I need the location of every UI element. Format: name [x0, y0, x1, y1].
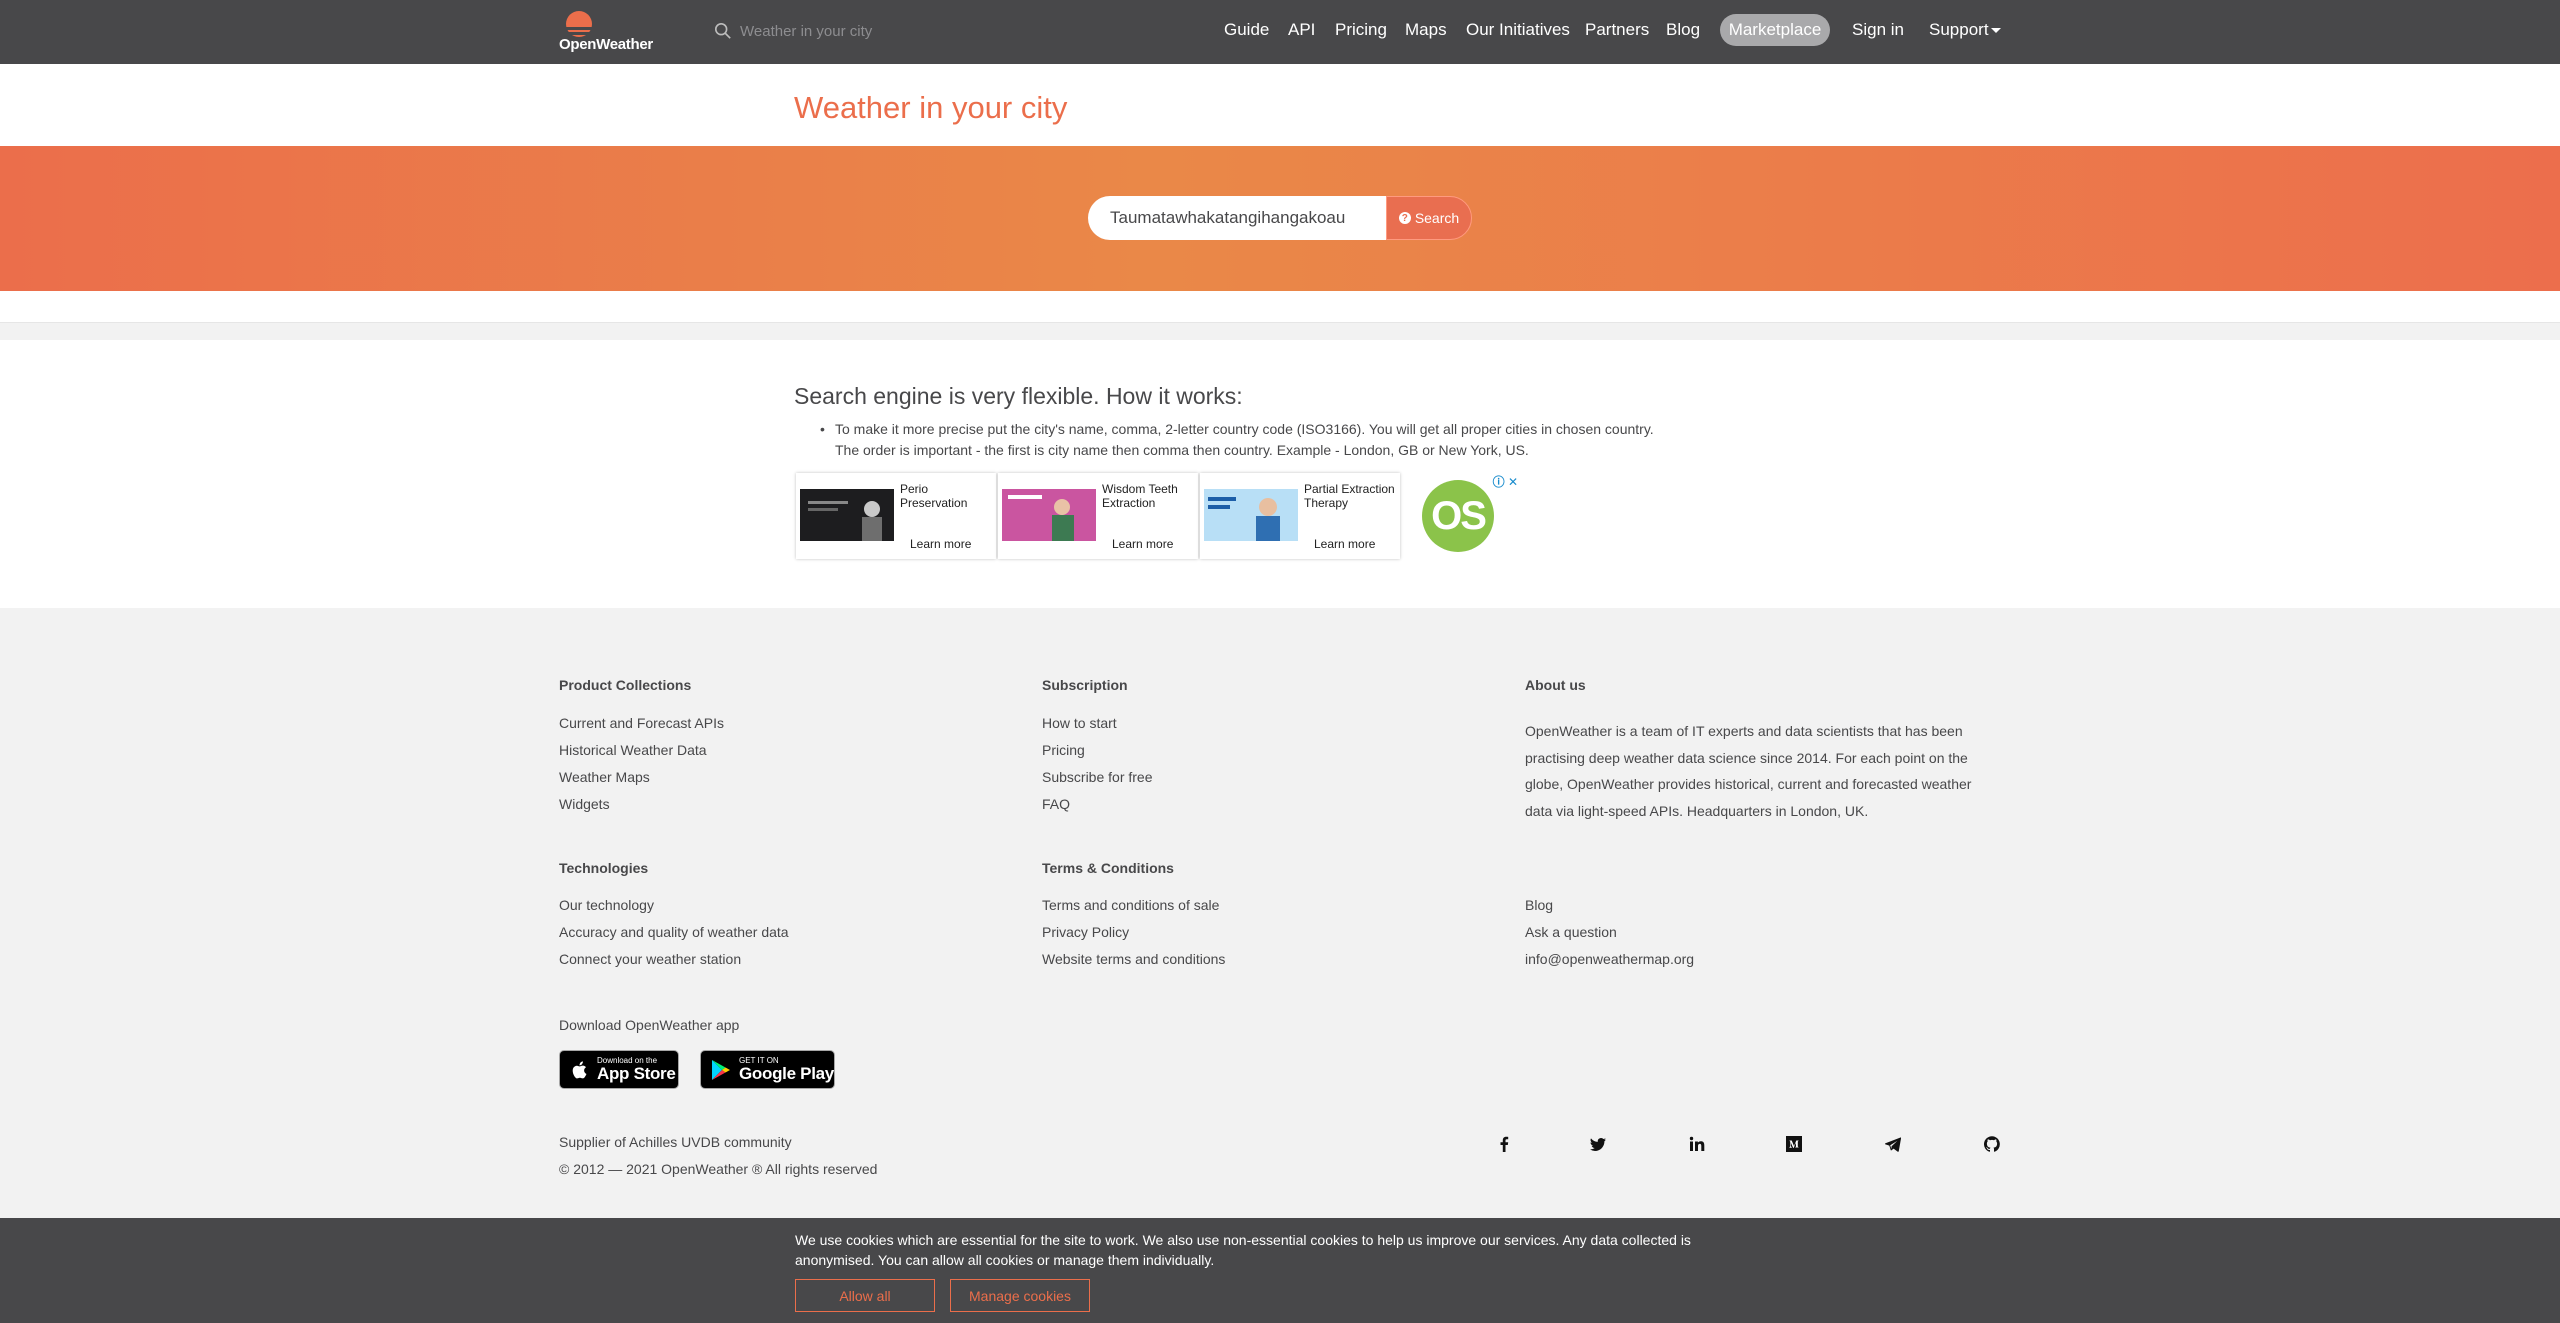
footer-link[interactable]: Subscribe for free — [1042, 769, 1153, 785]
footer-link[interactable]: info@openweathermap.org — [1525, 951, 1694, 967]
footer-link[interactable]: Pricing — [1042, 742, 1085, 758]
ad-learn-more[interactable]: Learn more — [1112, 537, 1173, 551]
footer-link[interactable]: Historical Weather Data — [559, 742, 707, 758]
ad-card[interactable]: Wisdom Teeth Extraction Learn more — [998, 473, 1198, 559]
footer-link[interactable]: How to start — [1042, 715, 1117, 731]
app-store-big: App Store — [597, 1064, 676, 1083]
twitter-icon[interactable] — [1589, 1135, 1607, 1153]
medium-icon[interactable] — [1785, 1135, 1803, 1153]
manage-cookies-button[interactable]: Manage cookies — [950, 1279, 1090, 1312]
ad-banner: Perio Preservation Learn more Wisdom Tee… — [796, 473, 1524, 560]
how-line-2: The order is important - the first is ci… — [835, 442, 1529, 458]
ad-title: Perio Preservation — [900, 482, 968, 510]
top-navbar: OpenWeather Guide API Pricing Maps Our I… — [0, 0, 2560, 64]
facebook-icon[interactable] — [1495, 1135, 1513, 1153]
header-search-input[interactable] — [740, 22, 930, 40]
footer-link[interactable]: Ask a question — [1525, 924, 1617, 940]
footer-about-title: About us — [1525, 677, 1586, 693]
city-search-input[interactable] — [1088, 196, 1386, 240]
footer-technologies-title: Technologies — [559, 860, 649, 876]
footer-link[interactable]: Privacy Policy — [1042, 924, 1129, 940]
header-search[interactable] — [714, 18, 934, 44]
app-store-button[interactable]: Download on the App Store — [559, 1050, 679, 1089]
nav-maps[interactable]: Maps — [1405, 20, 1447, 40]
telegram-icon[interactable] — [1884, 1135, 1902, 1153]
footer — [0, 608, 2560, 1220]
apple-icon — [572, 1060, 587, 1078]
linkedin-icon[interactable] — [1688, 1135, 1706, 1153]
footer-about-text: OpenWeather is a team of IT experts and … — [1525, 723, 1972, 819]
footer-link[interactable]: Our technology — [559, 897, 654, 913]
search-button[interactable]: ? Search — [1386, 196, 1472, 240]
nav-api[interactable]: API — [1288, 20, 1315, 40]
footer-link[interactable]: Widgets — [559, 796, 610, 812]
nav-pricing[interactable]: Pricing — [1335, 20, 1387, 40]
google-play-icon — [712, 1059, 730, 1080]
ad-image — [1002, 489, 1096, 541]
logo-text: OpenWeather — [559, 36, 653, 53]
footer-terms-title: Terms & Conditions — [1042, 860, 1174, 876]
divider-strip — [0, 322, 2560, 340]
ad-close-icon[interactable]: ⓘ ✕ — [1493, 473, 1518, 490]
how-it-works-item: To make it more precise put the city's n… — [820, 419, 1720, 461]
footer-link[interactable]: Weather Maps — [559, 769, 650, 785]
nav-our-initiatives[interactable]: Our Initiatives — [1466, 20, 1570, 40]
search-icon — [714, 22, 731, 39]
footer-link[interactable]: Connect your weather station — [559, 951, 741, 967]
chevron-down-icon — [1990, 28, 2001, 34]
nav-marketplace[interactable]: Marketplace — [1720, 14, 1830, 46]
how-it-works-list: To make it more precise put the city's n… — [820, 419, 1720, 461]
nav-sign-in[interactable]: Sign in — [1852, 20, 1904, 40]
github-icon[interactable] — [1983, 1135, 2001, 1153]
footer-subscription-title: Subscription — [1042, 677, 1128, 693]
how-line-1: To make it more precise put the city's n… — [835, 421, 1654, 437]
ad-title: Partial Extraction Therapy — [1304, 482, 1395, 510]
google-play-big: Google Play — [739, 1064, 834, 1083]
footer-product-title: Product Collections — [559, 677, 692, 693]
footer-link[interactable]: Website terms and conditions — [1042, 951, 1225, 967]
footer-link[interactable]: FAQ — [1042, 796, 1070, 812]
nav-guide[interactable]: Guide — [1224, 20, 1269, 40]
ad-title: Wisdom Teeth Extraction — [1102, 482, 1178, 510]
ad-image — [1204, 489, 1298, 541]
nav-support[interactable]: Support — [1929, 20, 2001, 40]
cookie-text: We use cookies which are essential for t… — [795, 1232, 1691, 1268]
footer-link[interactable]: Accuracy and quality of weather data — [559, 924, 789, 940]
how-it-works-title: Search engine is very flexible. How it w… — [794, 383, 1243, 409]
allow-all-cookies-button[interactable]: Allow all — [795, 1279, 935, 1312]
ad-card[interactable]: Perio Preservation Learn more — [796, 473, 996, 559]
city-search-form: ? Search — [1088, 196, 1472, 240]
ad-learn-more[interactable]: Learn more — [1314, 537, 1375, 551]
copyright-text: © 2012 — 2021 OpenWeather ® All rights r… — [559, 1161, 878, 1177]
marketplace-label: Marketplace — [1728, 20, 1822, 39]
download-app-label: Download OpenWeather app — [559, 1017, 740, 1033]
page-title: Weather in your city — [794, 90, 1068, 125]
openweather-logo[interactable]: OpenWeather — [559, 10, 659, 54]
search-button-label: Search — [1414, 210, 1460, 226]
ad-card[interactable]: Partial Extraction Therapy Learn more — [1200, 473, 1400, 559]
nav-blog[interactable]: Blog — [1666, 20, 1700, 40]
ad-logo-card[interactable]: OS ⓘ ✕ — [1406, 473, 1518, 559]
ad-logo: OS — [1422, 480, 1494, 552]
footer-link[interactable]: Terms and conditions of sale — [1042, 897, 1219, 913]
ad-image — [800, 489, 894, 541]
footer-link[interactable]: Current and Forecast APIs — [559, 715, 724, 731]
nav-partners[interactable]: Partners — [1585, 20, 1649, 40]
footer-link[interactable]: Blog — [1525, 897, 1553, 913]
google-play-button[interactable]: GET IT ON Google Play — [700, 1050, 835, 1089]
supplier-text: Supplier of Achilles UVDB community — [559, 1134, 792, 1150]
support-label: Support — [1929, 20, 1989, 39]
ad-learn-more[interactable]: Learn more — [910, 537, 971, 551]
question-icon: ? — [1398, 212, 1411, 224]
